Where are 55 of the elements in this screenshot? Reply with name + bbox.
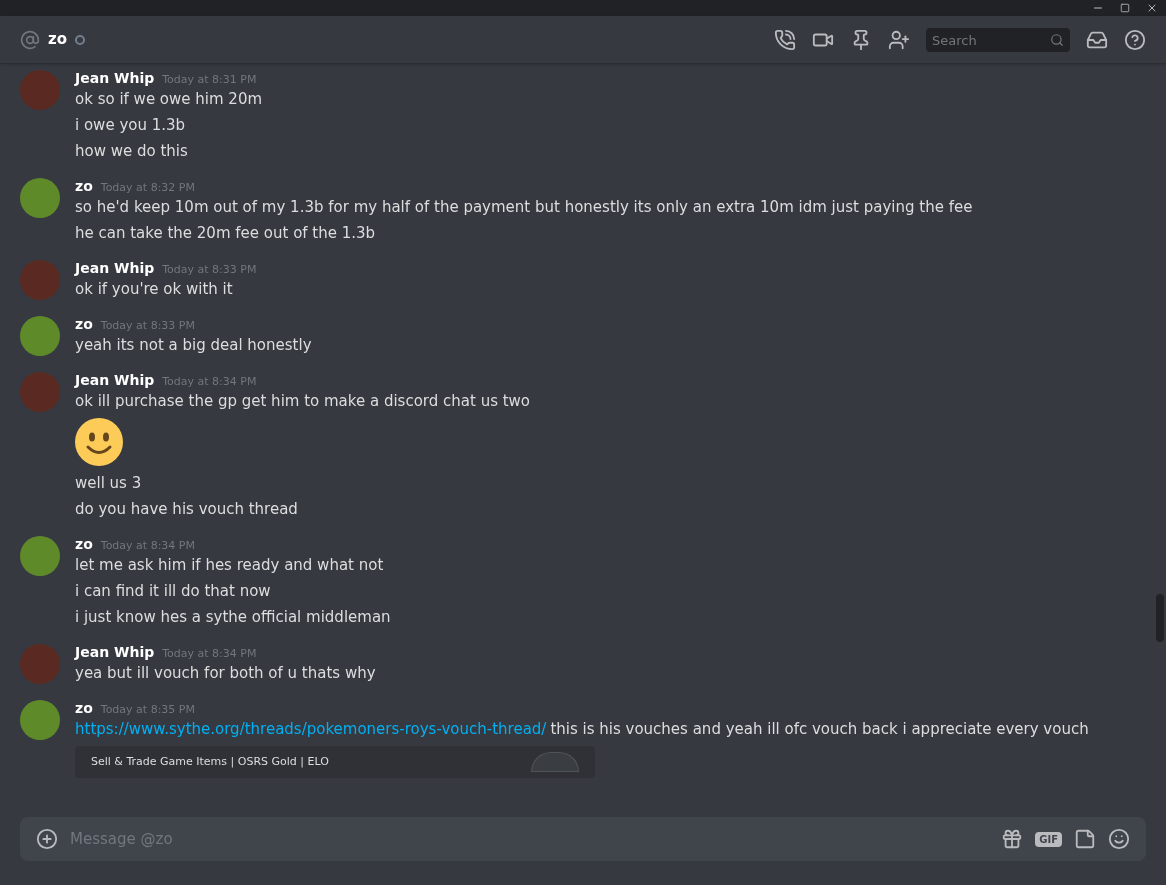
message-text: ok ill purchase the gp get him to make a discord chat us two	[75, 391, 531, 412]
timestamp: Today at 8:35 PM	[100, 702, 195, 718]
author-name[interactable]: zo	[75, 698, 93, 719]
timestamp: Today at 8:34 PM	[162, 646, 257, 662]
emoji-picker-icon[interactable]	[1108, 828, 1130, 850]
message-text: he can take the 20m fee out of the 1.3b	[75, 223, 377, 244]
author-name[interactable]: zo	[75, 176, 93, 197]
timestamp: Today at 8:33 PM	[162, 262, 257, 278]
message-text: well us 3	[75, 473, 143, 494]
message-text: how we do this	[75, 141, 189, 162]
scrollbar-thumb[interactable]	[1156, 594, 1164, 642]
at-icon	[20, 29, 40, 50]
sticker-icon[interactable]	[1074, 828, 1096, 850]
gift-icon[interactable]	[1001, 828, 1024, 850]
author-name[interactable]: zo	[75, 314, 93, 335]
channel-name: zo	[48, 29, 68, 51]
timestamp: Today at 8:31 PM	[162, 72, 257, 88]
timestamp: Today at 8:33 PM	[100, 318, 195, 334]
author-name[interactable]: Jean Whip	[75, 258, 155, 279]
message-text: i owe you 1.3b	[75, 115, 187, 136]
timestamp: Today at 8:32 PM	[100, 180, 195, 196]
message-text: i just know hes a sythe official middleman	[75, 607, 391, 628]
author-name[interactable]: Jean Whip	[75, 68, 155, 89]
add-icon[interactable]	[36, 828, 58, 850]
message-text: this is his vouches and yeah ill ofc vouch back i appreciate every vouch	[550, 719, 1089, 740]
search-field[interactable]: Search	[926, 28, 1070, 52]
message-text: let me ask him if hes ready and what not	[75, 555, 385, 576]
search-icon	[1050, 32, 1064, 47]
message-text: yea but ill vouch for both of u thats why	[75, 663, 376, 684]
avatar-photo[interactable]	[20, 700, 60, 740]
message-text: ok so if we owe him 20m	[75, 89, 263, 110]
embed-thumbnail	[531, 752, 579, 772]
add-friend-icon[interactable]	[888, 28, 910, 51]
embed-title: Sell & Trade Game Items | OSRS Gold | ELO	[91, 753, 329, 770]
status-icon	[75, 34, 86, 45]
timestamp: Today at 8:34 PM	[162, 374, 257, 390]
message-text: do you have his vouch thread	[75, 499, 299, 520]
smiley-emoji-icon	[75, 418, 123, 466]
gif-button[interactable]: GIF	[1035, 831, 1062, 847]
avatar-photo[interactable]	[20, 316, 60, 356]
phone-call-icon[interactable]	[774, 28, 796, 51]
author-name[interactable]: zo	[75, 534, 93, 555]
avatar-photo[interactable]	[20, 536, 60, 576]
maximize-icon[interactable]	[1120, 3, 1130, 13]
help-icon[interactable]	[1124, 28, 1146, 51]
avatar-photo[interactable]	[20, 178, 60, 218]
author-name[interactable]: Jean Whip	[75, 642, 155, 663]
thread-link[interactable]: https://www.sythe.org/threads/pokemoners-roys-vouch-thread/	[75, 716, 547, 742]
close-icon[interactable]	[1146, 2, 1158, 14]
message-text: i can find it ill do that now	[75, 581, 272, 602]
message-text: ok if you're ok with it	[75, 279, 234, 300]
message-text: so he'd keep 10m out of my 1.3b for my half of the payment but honestly its only an extra 10m idm just paying the fee	[75, 197, 973, 218]
author-name[interactable]: Jean Whip	[75, 370, 155, 391]
message-text: yeah its not a big deal honestly	[75, 335, 312, 356]
timestamp: Today at 8:34 PM	[100, 538, 195, 554]
